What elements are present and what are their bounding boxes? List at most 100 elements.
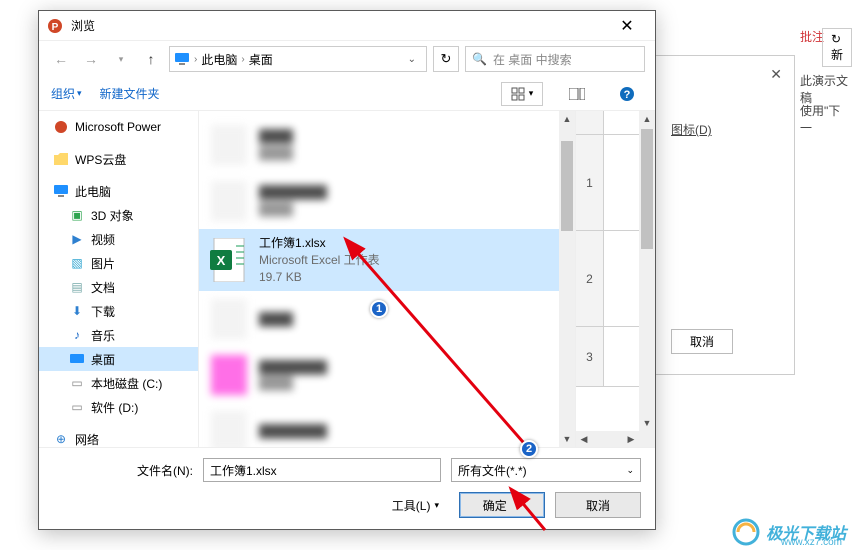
recent-dropdown[interactable]: ▾ xyxy=(109,47,133,71)
scroll-corner xyxy=(639,431,655,447)
network-icon: ⊕ xyxy=(53,431,69,447)
titlebar: P 浏览 ✕ xyxy=(39,11,655,41)
tree-item-this-pc[interactable]: 此电脑 xyxy=(39,179,198,203)
svg-text:?: ? xyxy=(624,89,631,101)
back-button[interactable]: ← xyxy=(49,47,73,71)
monitor-icon xyxy=(53,183,69,199)
watermark: 极光下载站 www.xz7.com xyxy=(732,518,846,546)
watermark-logo-icon xyxy=(732,518,760,546)
powerpoint-icon xyxy=(53,119,69,135)
list-item[interactable]: ████████████ xyxy=(199,173,559,229)
breadcrumb[interactable]: › 此电脑 › 桌面 ⌄ xyxy=(169,46,427,72)
tree-item-disk-c[interactable]: ▭本地磁盘 (C:) xyxy=(39,371,198,395)
preview-scrollbar-horizontal[interactable]: ◀▶ xyxy=(576,431,639,447)
scroll-right-icon[interactable]: ▶ xyxy=(623,431,639,447)
filetype-dropdown[interactable]: 所有文件(*.*) ⌄ xyxy=(451,458,641,482)
breadcrumb-current[interactable]: 桌面 xyxy=(249,51,273,68)
new-comment-button[interactable]: ↻ 新 xyxy=(822,28,852,67)
file-browse-dialog: P 浏览 ✕ ← → ▾ ↑ › 此电脑 › 桌面 ⌄ ↻ 🔍 在 桌面 中搜索… xyxy=(38,10,656,530)
dialog-footer: 文件名(N): 所有文件(*.*) ⌄ 工具(L) ▾ 确定▾ 取消 xyxy=(39,447,655,529)
tree-item-videos[interactable]: ▶视频 xyxy=(39,227,198,251)
filename-input[interactable] xyxy=(203,458,441,482)
annotation-badge-1: 1 xyxy=(370,300,388,318)
view-icon xyxy=(511,87,525,101)
view-mode-dropdown[interactable]: ▾ xyxy=(501,82,543,106)
close-icon[interactable]: ✕ xyxy=(770,66,782,83)
folder-tree[interactable]: Microsoft Power WPS云盘 此电脑 ▣3D 对象 ▶视频 ▧图片… xyxy=(39,111,199,447)
chevron-right-icon: › xyxy=(241,54,244,65)
scroll-thumb[interactable] xyxy=(561,141,573,231)
breadcrumb-root[interactable]: 此电脑 xyxy=(201,51,237,68)
pictures-icon: ▧ xyxy=(69,255,85,271)
parent-cancel-button[interactable]: 取消 xyxy=(671,329,733,354)
dialog-title: 浏览 xyxy=(71,17,607,34)
refresh-button[interactable]: ↻ xyxy=(433,46,459,72)
chevron-down-icon: ▾ xyxy=(529,88,534,99)
breadcrumb-dropdown-icon[interactable]: ⌄ xyxy=(402,54,422,65)
tree-item-3d-objects[interactable]: ▣3D 对象 xyxy=(39,203,198,227)
preview-pane-button[interactable] xyxy=(561,82,593,106)
tools-menu[interactable]: 工具(L) ▾ xyxy=(392,497,439,514)
organize-menu[interactable]: 组织 ▾ xyxy=(51,85,82,102)
forward-button: → xyxy=(79,47,103,71)
tree-item-powerpoint[interactable]: Microsoft Power xyxy=(39,115,198,139)
tree-item-documents[interactable]: ▤文档 xyxy=(39,275,198,299)
bg-text-1: 此演示文稿 xyxy=(800,72,852,106)
comments-heading: 批注 xyxy=(800,28,824,45)
cancel-button[interactable]: 取消 xyxy=(555,492,641,518)
ok-button[interactable]: 确定▾ xyxy=(459,492,545,518)
tree-item-music[interactable]: ♪音乐 xyxy=(39,323,198,347)
filename-label: 文件名(N): xyxy=(53,462,193,479)
chevron-down-icon: ⌄ xyxy=(626,465,634,476)
search-input[interactable]: 🔍 在 桌面 中搜索 xyxy=(465,46,645,72)
drive-icon: ▭ xyxy=(69,375,85,391)
scroll-left-icon[interactable]: ◀ xyxy=(576,431,592,447)
drive-icon: ▭ xyxy=(69,399,85,415)
up-button[interactable]: ↑ xyxy=(139,47,163,71)
chevron-down-icon: ▾ xyxy=(434,500,439,511)
scroll-up-icon[interactable]: ▲ xyxy=(559,111,575,127)
preview-scrollbar-vertical[interactable]: ▲▼ xyxy=(639,111,655,431)
list-item[interactable]: ████████ xyxy=(199,403,559,447)
cube-icon: ▣ xyxy=(69,207,85,223)
svg-text:X: X xyxy=(217,253,226,268)
file-size: 19.7 KB xyxy=(259,269,380,286)
search-icon: 🔍 xyxy=(472,52,487,66)
monitor-icon xyxy=(174,51,190,67)
documents-icon: ▤ xyxy=(69,279,85,295)
list-item-selected[interactable]: X 工作簿1.xlsx Microsoft Excel 工作表 19.7 KB xyxy=(199,229,559,291)
music-icon: ♪ xyxy=(69,327,85,343)
dialog-close-button[interactable]: ✕ xyxy=(607,12,647,40)
file-list-scrollbar[interactable]: ▲ ▼ xyxy=(559,111,575,447)
file-type: Microsoft Excel 工作表 xyxy=(259,252,380,269)
tree-item-wps[interactable]: WPS云盘 xyxy=(39,147,198,171)
svg-text:P: P xyxy=(52,22,59,33)
tree-item-desktop[interactable]: 桌面 xyxy=(39,347,198,371)
scroll-down-icon[interactable]: ▼ xyxy=(559,431,575,447)
icon-d-link[interactable]: 图标(D) xyxy=(671,121,712,138)
tree-item-pictures[interactable]: ▧图片 xyxy=(39,251,198,275)
list-item[interactable]: ████████████ xyxy=(199,347,559,403)
help-button[interactable]: ? xyxy=(611,82,643,106)
split-dropdown-icon[interactable]: ▾ xyxy=(517,500,522,511)
scroll-down-icon[interactable]: ▼ xyxy=(639,415,655,431)
toolbar: 组织 ▾ 新建文件夹 ▾ ? xyxy=(39,77,655,111)
dialog-body: Microsoft Power WPS云盘 此电脑 ▣3D 对象 ▶视频 ▧图片… xyxy=(39,111,655,447)
scroll-thumb[interactable] xyxy=(641,129,653,249)
tree-item-disk-d[interactable]: ▭软件 (D:) xyxy=(39,395,198,419)
file-content-area: ████████ ████████████ X 工作簿1.xlsx Micros… xyxy=(199,111,655,447)
new-folder-button[interactable]: 新建文件夹 xyxy=(100,85,160,102)
tree-item-network[interactable]: ⊕网络 xyxy=(39,427,198,447)
chevron-right-icon: › xyxy=(194,54,197,65)
tree-item-downloads[interactable]: ⬇下载 xyxy=(39,299,198,323)
file-meta: 工作簿1.xlsx Microsoft Excel 工作表 19.7 KB xyxy=(259,235,380,285)
file-name: 工作簿1.xlsx xyxy=(259,235,380,252)
file-list[interactable]: ████████ ████████████ X 工作簿1.xlsx Micros… xyxy=(199,111,575,447)
scroll-up-icon[interactable]: ▲ xyxy=(639,111,655,127)
powerpoint-icon: P xyxy=(47,18,63,34)
bg-text-2: 使用"下一 xyxy=(800,102,852,136)
chevron-down-icon: ▾ xyxy=(77,88,82,99)
list-item[interactable]: ████████ xyxy=(199,117,559,173)
nav-row: ← → ▾ ↑ › 此电脑 › 桌面 ⌄ ↻ 🔍 在 桌面 中搜索 xyxy=(39,41,655,77)
annotation-badge-2: 2 xyxy=(520,440,538,458)
